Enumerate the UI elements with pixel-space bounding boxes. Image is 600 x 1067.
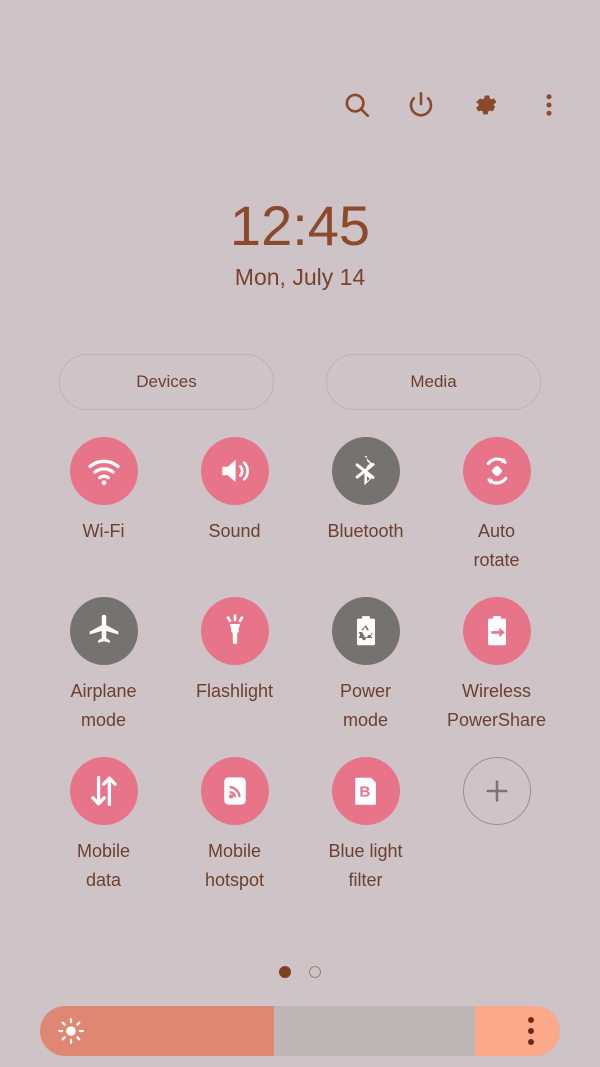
svg-text:B: B bbox=[359, 783, 370, 800]
wireless-powershare-icon[interactable] bbox=[462, 597, 531, 665]
tile-auto-rotate[interactable]: Auto rotate bbox=[431, 437, 562, 575]
tile-power-mode[interactable]: Power mode bbox=[300, 597, 431, 735]
settings-gear-icon[interactable] bbox=[468, 88, 502, 122]
tile-add-button[interactable] bbox=[431, 757, 562, 895]
tile-label: Sound bbox=[208, 521, 261, 541]
tile-wi-fi[interactable]: Wi-Fi bbox=[38, 437, 169, 575]
add-icon[interactable] bbox=[462, 757, 531, 825]
brightness-options-button[interactable] bbox=[475, 1006, 560, 1056]
brightness-slider[interactable] bbox=[40, 1006, 560, 1056]
tile-label: Mobile data bbox=[76, 841, 131, 890]
tile-label: Wireless PowerShare bbox=[446, 681, 547, 730]
brightness-slider-fill bbox=[40, 1006, 274, 1056]
brightness-sun-icon bbox=[56, 1016, 86, 1046]
sound-icon[interactable] bbox=[200, 437, 269, 505]
tile-mobile-data[interactable]: Mobile data bbox=[38, 757, 169, 895]
status-top-bar bbox=[340, 88, 566, 122]
clock-widget[interactable]: 12:45 Mon, July 14 bbox=[0, 195, 600, 291]
blue-light-filter-icon[interactable]: B bbox=[331, 757, 400, 825]
media-button[interactable]: Media bbox=[326, 354, 541, 410]
clock-time: 12:45 bbox=[229, 194, 371, 257]
bluetooth-icon[interactable] bbox=[331, 437, 400, 505]
mobile-data-icon[interactable] bbox=[69, 757, 138, 825]
quick-settings-grid: Wi-Fi Sound Bluetooth Auto rotate Airplane m… bbox=[38, 437, 562, 895]
tile-flashlight[interactable]: Flashlight bbox=[169, 597, 300, 735]
tile-mobile-hotspot[interactable]: Mobile hotspot bbox=[169, 757, 300, 895]
flashlight-icon[interactable] bbox=[200, 597, 269, 665]
tile-label: Power mode bbox=[339, 681, 392, 730]
tile-label: Auto rotate bbox=[473, 521, 520, 570]
page-dot-1[interactable] bbox=[279, 966, 291, 978]
more-options-icon[interactable] bbox=[532, 88, 566, 122]
tile-airplane-mode[interactable]: Airplane mode bbox=[38, 597, 169, 735]
tile-label: Airplane mode bbox=[70, 681, 137, 730]
tile-wireless-powershare[interactable]: Wireless PowerShare bbox=[431, 597, 562, 735]
tile-label: Flashlight bbox=[195, 681, 274, 701]
tile-blue-light-filter[interactable]: B Blue light filter bbox=[300, 757, 431, 895]
page-indicator bbox=[0, 966, 600, 978]
wifi-icon[interactable] bbox=[69, 437, 138, 505]
clock-date: Mon, July 14 bbox=[234, 264, 366, 290]
tile-sound[interactable]: Sound bbox=[169, 437, 300, 575]
mobile-hotspot-icon[interactable] bbox=[200, 757, 269, 825]
tile-label: Wi-Fi bbox=[82, 521, 125, 541]
power-icon[interactable] bbox=[404, 88, 438, 122]
quick-panel-buttons: Devices Media bbox=[0, 354, 600, 410]
airplane-icon[interactable] bbox=[69, 597, 138, 665]
tile-label: Blue light filter bbox=[328, 841, 403, 890]
tile-label: Bluetooth bbox=[327, 521, 404, 541]
slider-more-options-icon[interactable] bbox=[527, 1017, 534, 1045]
page-dot-2[interactable] bbox=[309, 966, 321, 978]
power-mode-icon[interactable] bbox=[331, 597, 400, 665]
tile-label: Mobile hotspot bbox=[204, 841, 265, 890]
devices-button[interactable]: Devices bbox=[59, 354, 274, 410]
tile-bluetooth[interactable]: Bluetooth bbox=[300, 437, 431, 575]
auto-rotate-icon[interactable] bbox=[462, 437, 531, 505]
search-icon[interactable] bbox=[340, 88, 374, 122]
